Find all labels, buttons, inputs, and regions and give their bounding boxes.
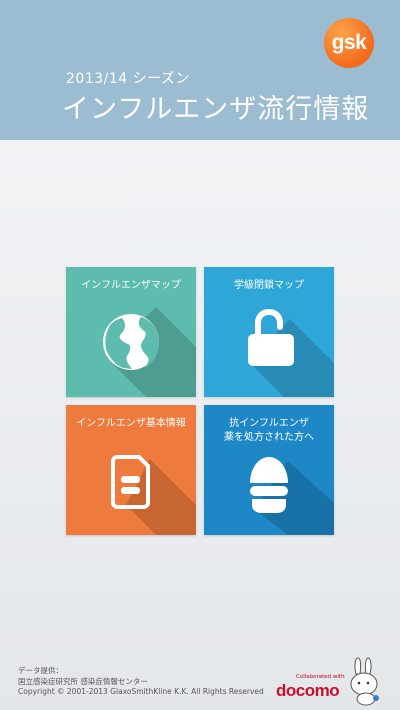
class-closure-map-tile[interactable]: 学級閉鎖マップ (204, 267, 334, 397)
data-source-label: データ提供： (18, 666, 63, 675)
gsk-logo-text: gsk (331, 31, 367, 54)
document-icon (111, 455, 150, 509)
antiviral-label-line2: 薬を処方された方へ (224, 432, 314, 443)
influenza-basic-info-label: インフルエンザ基本情報 (76, 418, 186, 429)
influenza-basic-info-tile[interactable]: インフルエンザ基本情報 (66, 405, 196, 535)
antiviral-label-line1: 抗インフルエンザ (229, 418, 309, 429)
globe-icon (103, 314, 159, 370)
footer: データ提供： 国立感染症研究所 感染症情報センター Copyright © 20… (18, 666, 264, 698)
antiviral-prescription-tile[interactable]: 抗インフルエンザ 薬を処方された方へ (204, 405, 334, 535)
gsk-logo: gsk (324, 18, 374, 68)
class-closure-map-label: 学級閉鎖マップ (234, 280, 304, 291)
docomo-logo: Collaborated with docomo (276, 674, 346, 704)
page-title: インフルエンザ流行情報 (62, 94, 370, 125)
copyright-text: Copyright © 2001-2013 GlaxoSmithKline K.… (18, 687, 264, 696)
influenza-map-tile[interactable]: インフルエンザマップ (66, 267, 196, 397)
lock-icon (248, 308, 294, 366)
docomo-brand-text: docomo (276, 681, 340, 700)
header-banner: gsk 2013/14 シーズン インフルエンザ流行情報 (0, 0, 400, 140)
collaborated-with-text: Collaborated with (296, 674, 345, 680)
rabbit-mascot-icon (350, 657, 379, 706)
influenza-map-label: インフルエンザマップ (81, 280, 181, 291)
data-source-name: 国立感染症研究所 感染症情報センター (18, 676, 148, 686)
season-label: 2013/14 シーズン (66, 71, 190, 87)
antiviral-prescription-label: 抗インフルエンザ 薬を処方された方へ (204, 417, 334, 445)
capsule-icon (250, 457, 288, 513)
